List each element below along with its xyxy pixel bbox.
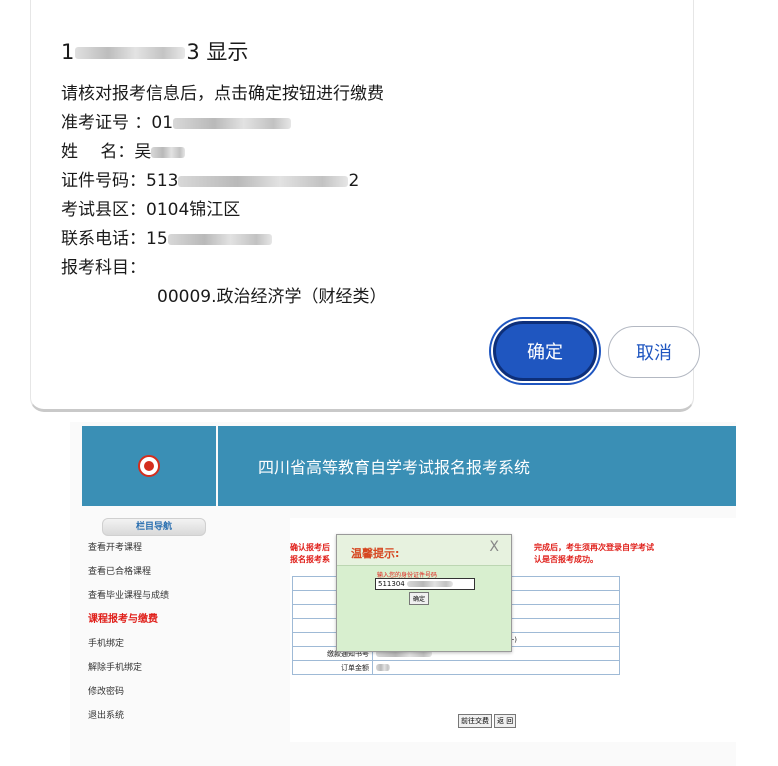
redacted-blur <box>167 233 272 245</box>
sidebar-item-change-password[interactable]: 修改密码 <box>82 680 216 704</box>
tip-popup: 温馨提示: X 输入您的身份证件号码 511304 确定 <box>336 534 512 652</box>
popup-confirm-button[interactable]: 确定 <box>409 592 430 605</box>
dialog-title: 1 3 显示 <box>61 36 248 66</box>
back-button[interactable]: 返 回 <box>494 714 517 728</box>
action-buttons: 前往交费 返 回 <box>458 714 517 728</box>
close-icon[interactable]: X <box>489 539 499 555</box>
site-title: 四川省高等教育自学考试报名报考系统 <box>258 458 531 477</box>
redacted-blur <box>376 664 390 671</box>
sidebar-item-open-courses[interactable]: 查看开考课程 <box>82 536 216 560</box>
sidebar-item-graduation[interactable]: 查看毕业课程与成绩 <box>82 584 216 608</box>
registration-page: 四川省高等教育自学考试报名报考系统 栏目导航 查看开考课程 查看已合格课程 查看… <box>70 422 736 766</box>
cancel-button[interactable]: 取消 <box>608 326 700 378</box>
id-number-input[interactable]: 511304 <box>375 578 475 590</box>
table-row: 订单金额 <box>292 660 620 675</box>
redacted-blur <box>75 47 186 59</box>
seal-icon <box>138 455 160 477</box>
dialog-message: 请核对报考信息后，点击确定按钮进行缴费 准考证号 ：01 姓 名：吴 证件号码：… <box>61 80 386 312</box>
sidebar-nav: 栏目导航 查看开考课程 查看已合格课程 查看毕业课程与成绩 课程报考与缴费 手机… <box>82 518 216 728</box>
confirm-message: 请核对报考信息后，点击确定按钮进行缴费 <box>61 84 384 104</box>
dialog-title-suffix: 3 显示 <box>186 40 249 64</box>
row-id-number: 证件号码：513 2 <box>61 171 360 191</box>
site-header: 四川省高等教育自学考试报名报考系统 <box>218 426 736 506</box>
redacted-blur <box>406 581 453 587</box>
row-subject-label: 报考科目： <box>61 258 146 278</box>
row-phone: 联系电话：15 <box>61 225 386 254</box>
dialog-title-prefix: 1 <box>61 40 75 64</box>
popup-title: 温馨提示: <box>351 547 400 560</box>
row-district: 考试县区：0104锦江区 <box>61 200 241 220</box>
redacted-blur <box>178 175 349 187</box>
popup-body: 输入您的身份证件号码 511304 确定 <box>337 565 511 651</box>
redacted-blur <box>173 117 292 129</box>
sidebar-item-passed-courses[interactable]: 查看已合格课程 <box>82 560 216 584</box>
goto-pay-button[interactable]: 前往交费 <box>458 714 492 728</box>
browser-dialog: 1 3 显示 请核对报考信息后，点击确定按钮进行缴费 准考证号 ：01 姓 名：吴… <box>30 0 700 412</box>
sidebar-item-register-pay[interactable]: 课程报考与缴费 <box>82 608 216 632</box>
nav-title: 栏目导航 <box>102 518 206 536</box>
site-logo <box>82 426 216 506</box>
sidebar-item-unbind-phone[interactable]: 解除手机绑定 <box>82 656 216 680</box>
sidebar-item-bind-phone[interactable]: 手机绑定 <box>82 632 216 656</box>
sidebar-item-logout[interactable]: 退出系统 <box>82 704 216 728</box>
ok-button[interactable]: 确定 <box>493 321 597 381</box>
row-name: 姓 名：吴 <box>61 138 386 167</box>
row-exam-number: 准考证号 ：01 <box>61 109 386 138</box>
redacted-blur <box>151 146 186 158</box>
row-subject-value: 00009.政治经济学（财经类） <box>157 287 387 307</box>
